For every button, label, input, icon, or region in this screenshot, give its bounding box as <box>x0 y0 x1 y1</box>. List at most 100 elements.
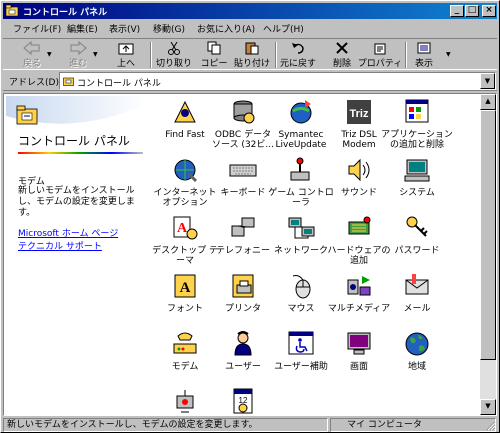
forward-arrow-icon <box>70 41 87 55</box>
passwords-icon <box>406 216 428 237</box>
accessibility-icon <box>288 331 314 355</box>
webview-title: コントロール パネル <box>18 134 130 148</box>
svg-text:Triz: Triz <box>350 108 369 120</box>
menu-help[interactable]: ヘルプ(H) <box>263 22 304 35</box>
properties-icon <box>374 43 386 55</box>
find-fast-icon <box>174 100 196 123</box>
control-panel-item[interactable]: 12 <box>204 386 282 415</box>
back-dropdown-icon[interactable]: ▼ <box>47 51 52 58</box>
maximize-button[interactable]: □ <box>465 5 479 17</box>
control-panel-item[interactable]: 地域 <box>378 328 456 372</box>
regional-settings-icon <box>405 332 429 356</box>
properties-label: プロパティ <box>357 59 403 69</box>
menu-view[interactable]: 表示(V) <box>109 22 140 35</box>
undo-button[interactable]: 元に戻す <box>275 40 321 70</box>
address-bar: アドレス(D) コントロール パネル ▼ <box>3 71 497 91</box>
views-dropdown-icon[interactable]: ▼ <box>446 51 451 58</box>
display-icon <box>347 332 371 355</box>
scissors-icon <box>168 41 180 55</box>
status-zone: マイ コンピュータ <box>330 418 496 432</box>
paste-button[interactable]: 貼り付け <box>229 40 275 70</box>
webview-divider <box>18 152 143 154</box>
address-value: コントロール パネル <box>77 79 161 89</box>
control-panel-folder-icon <box>63 77 74 86</box>
liveupdate-icon <box>290 100 312 124</box>
up-folder-icon <box>118 43 134 55</box>
up-label: 上へ <box>116 59 135 69</box>
control-panel-item[interactable]: メール <box>378 270 456 314</box>
keyboard-icon <box>229 164 257 177</box>
resize-grip-icon[interactable] <box>484 419 496 431</box>
control-panel-item-label: パスワード <box>394 246 440 256</box>
control-panel-item[interactable]: アプリケーション の追加と削除 <box>378 96 456 150</box>
odbc-icon <box>233 100 255 124</box>
menu-favorites[interactable]: お気に入り(A) <box>197 22 255 35</box>
multimedia-icon <box>347 276 371 296</box>
tech-support-link[interactable]: テクニカル サポート <box>18 239 102 252</box>
scroll-up-button[interactable]: ▲ <box>480 94 496 110</box>
control-panel-item-label: 地域 <box>407 362 426 372</box>
address-input[interactable]: コントロール パネル ▼ <box>59 72 496 90</box>
control-panel-item[interactable]: システム <box>378 154 456 198</box>
microsoft-home-link[interactable]: Microsoft ホーム ページ <box>18 226 118 239</box>
fonts-icon: A <box>174 274 196 298</box>
control-panel-item[interactable]: パスワード <box>378 212 456 256</box>
control-panel-item-label: システム <box>399 188 435 198</box>
control-panel-large-icon <box>16 105 38 125</box>
copy-icon <box>207 41 221 55</box>
control-panel-item-label: アプリケーション の追加と削除 <box>381 130 453 150</box>
system-icon <box>404 159 430 182</box>
network-icon <box>288 217 315 239</box>
views-label: 表示 <box>414 59 433 69</box>
address-label: アドレス(D) <box>9 78 59 88</box>
menu-bar: ファイル(F) 編集(E) 表示(V) 移動(G) お気に入り(A) ヘルプ(H… <box>3 20 497 37</box>
toolbar: 戻る ▼ 進む ▼ 上へ 切り取り コピー 貼り付け 元に戻す 削除 プロパティ… <box>3 38 497 70</box>
add-remove-programs-icon <box>405 99 429 123</box>
content-area: コントロール パネル モデム 新しいモデムをインストールし、モデムの設定を変更し… <box>3 93 497 416</box>
status-bar: 新しいモデムをインストールし、モデムの設定を変更します。 マイ コンピュータ <box>3 417 497 432</box>
svg-text:A: A <box>177 221 188 236</box>
triz-modem-icon: Triz <box>347 100 371 124</box>
paste-label: 貼り付け <box>233 59 270 69</box>
control-panel-icon <box>5 4 19 17</box>
views-icon <box>417 42 431 54</box>
forward-dropdown-icon[interactable]: ▼ <box>93 51 98 58</box>
menu-edit[interactable]: 編集(E) <box>67 22 98 35</box>
webview-panel: コントロール パネル モデム 新しいモデムをインストールし、モデムの設定を変更し… <box>6 96 146 414</box>
selected-item-description: 新しいモデムをインストールし、モデムの設定を変更します。 <box>18 186 135 218</box>
up-button[interactable]: 上へ <box>103 40 149 70</box>
telephony-icon <box>231 217 255 237</box>
add-hardware-icon <box>348 216 371 235</box>
menu-file[interactable]: ファイル(F) <box>13 22 61 35</box>
title-bar[interactable]: コントロール パネル _ □ × <box>3 3 497 19</box>
power-icon <box>176 390 194 413</box>
modem-icon <box>173 332 197 354</box>
desktop-themes-icon: A <box>173 216 198 240</box>
status-zone-label: マイ コンピュータ <box>347 420 422 430</box>
control-panel-item-label: メール <box>403 304 431 314</box>
menu-go[interactable]: 移動(G) <box>153 22 185 35</box>
undo-label: 元に戻す <box>279 59 316 69</box>
status-text: 新しいモデムをインストールし、モデムの設定を変更します。 <box>3 418 328 432</box>
users-icon <box>234 331 252 356</box>
undo-icon <box>292 43 304 54</box>
delete-icon <box>336 42 348 54</box>
window-title: コントロール パネル <box>23 8 108 18</box>
vertical-scrollbar[interactable]: ▲ ▼ <box>480 94 496 415</box>
back-arrow-icon <box>23 41 40 55</box>
scroll-down-button[interactable]: ▼ <box>480 399 496 415</box>
date-time-icon: 12 <box>233 388 253 414</box>
mouse-icon <box>292 275 311 299</box>
sound-icon <box>348 158 370 182</box>
minimize-button[interactable]: _ <box>450 5 464 17</box>
address-dropdown-button[interactable]: ▼ <box>480 73 495 89</box>
close-button[interactable]: × <box>482 5 496 17</box>
scroll-thumb[interactable] <box>480 110 496 360</box>
svg-text:A: A <box>180 280 191 296</box>
mail-icon <box>405 274 429 295</box>
paste-icon <box>245 42 259 55</box>
views-button[interactable]: 表示 <box>401 40 447 70</box>
printers-icon <box>232 274 254 298</box>
game-controller-icon <box>290 157 310 181</box>
properties-button[interactable]: プロパティ <box>357 40 403 70</box>
